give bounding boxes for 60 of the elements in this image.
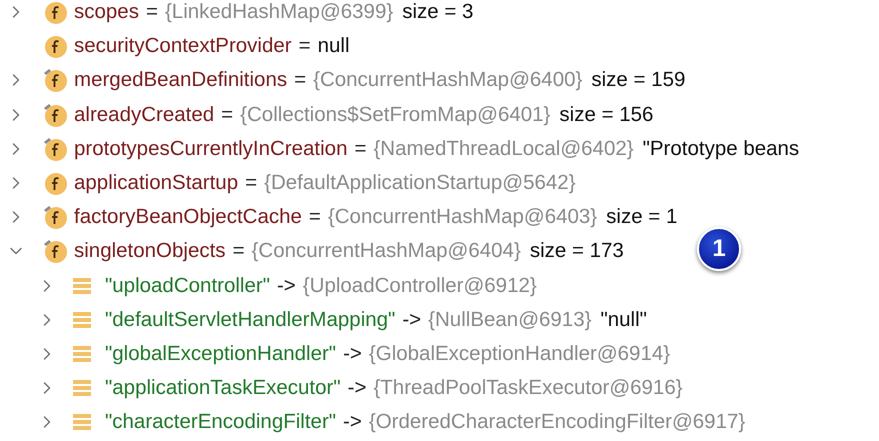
separator: -> — [348, 376, 366, 400]
value-detail: size = 159 — [591, 68, 686, 92]
map-entry-icon — [73, 276, 91, 295]
separator: = — [308, 205, 321, 230]
separator: = — [245, 171, 258, 196]
value-detail: size = 156 — [559, 102, 654, 127]
field-name: alreadyCreated — [74, 102, 214, 127]
map-entry-icon — [73, 310, 91, 329]
field-name: applicationStartup — [74, 171, 238, 196]
object-reference: {DefaultApplicationStartup@5642} — [264, 171, 576, 196]
separator: = — [294, 68, 306, 92]
value-detail: "Prototype beans — [642, 136, 800, 161]
map-key: "defaultServletHandlerMapping" — [105, 308, 396, 332]
field-name: securityContextProvider — [74, 34, 292, 58]
separator: = — [221, 102, 234, 127]
object-reference: {ConcurrentHashMap@6403} — [328, 205, 598, 230]
map-key: "uploadController" — [105, 274, 270, 298]
object-reference: {ConcurrentHashMap@6404} — [252, 239, 521, 264]
separator: -> — [343, 342, 362, 366]
final-field-icon — [42, 67, 68, 94]
map-key: "applicationTaskExecutor" — [105, 376, 341, 400]
value-detail: "null" — [600, 308, 647, 332]
separator: = — [298, 34, 311, 58]
map-key: "globalExceptionHandler" — [105, 342, 336, 366]
object-reference: {Collections$SetFromMap@6401} — [240, 102, 550, 127]
map-entry-icon — [73, 379, 91, 398]
map-entry-icon — [73, 413, 91, 432]
value-detail: null — [318, 34, 350, 58]
final-field-icon — [42, 102, 68, 128]
field-name: mergedBeanDefinitions — [74, 68, 288, 92]
object-reference: {ThreadPoolTaskExecutor@6916} — [373, 376, 683, 400]
separator: -> — [343, 410, 362, 434]
value-detail: size = 1 — [606, 205, 678, 230]
field-icon — [42, 0, 68, 26]
field-name: singletonObjects — [74, 239, 226, 264]
final-field-icon — [42, 204, 68, 230]
separator: = — [232, 239, 245, 264]
field-name: scopes — [74, 0, 139, 24]
object-reference: {OrderedCharacterEncodingFilter@6917} — [368, 410, 746, 434]
final-field-icon — [42, 136, 68, 162]
value-detail: size = 173 — [530, 239, 624, 264]
separator: -> — [276, 274, 296, 298]
callout-badge: 1 — [697, 227, 741, 271]
value-detail: size = 3 — [402, 0, 474, 24]
separator: = — [146, 0, 158, 24]
field-name: prototypesCurrentlyInCreation — [74, 136, 348, 161]
object-reference: {GlobalExceptionHandler@6914} — [368, 342, 670, 366]
final-field-icon — [42, 238, 68, 264]
object-reference: {UploadController@6912} — [302, 274, 537, 298]
field-name: factoryBeanObjectCache — [74, 205, 302, 230]
separator: = — [354, 136, 366, 161]
object-reference: {ConcurrentHashMap@6400} — [313, 68, 582, 92]
map-entry-icon — [73, 344, 91, 363]
object-reference: {NamedThreadLocal@6402} — [373, 136, 634, 161]
object-reference: {LinkedHashMap@6399} — [164, 0, 394, 24]
field-icon — [42, 33, 68, 60]
object-reference: {NullBean@6913} — [428, 308, 592, 332]
map-key: "characterEncodingFilter" — [105, 410, 336, 434]
field-icon — [42, 170, 68, 196]
separator: -> — [402, 308, 422, 332]
